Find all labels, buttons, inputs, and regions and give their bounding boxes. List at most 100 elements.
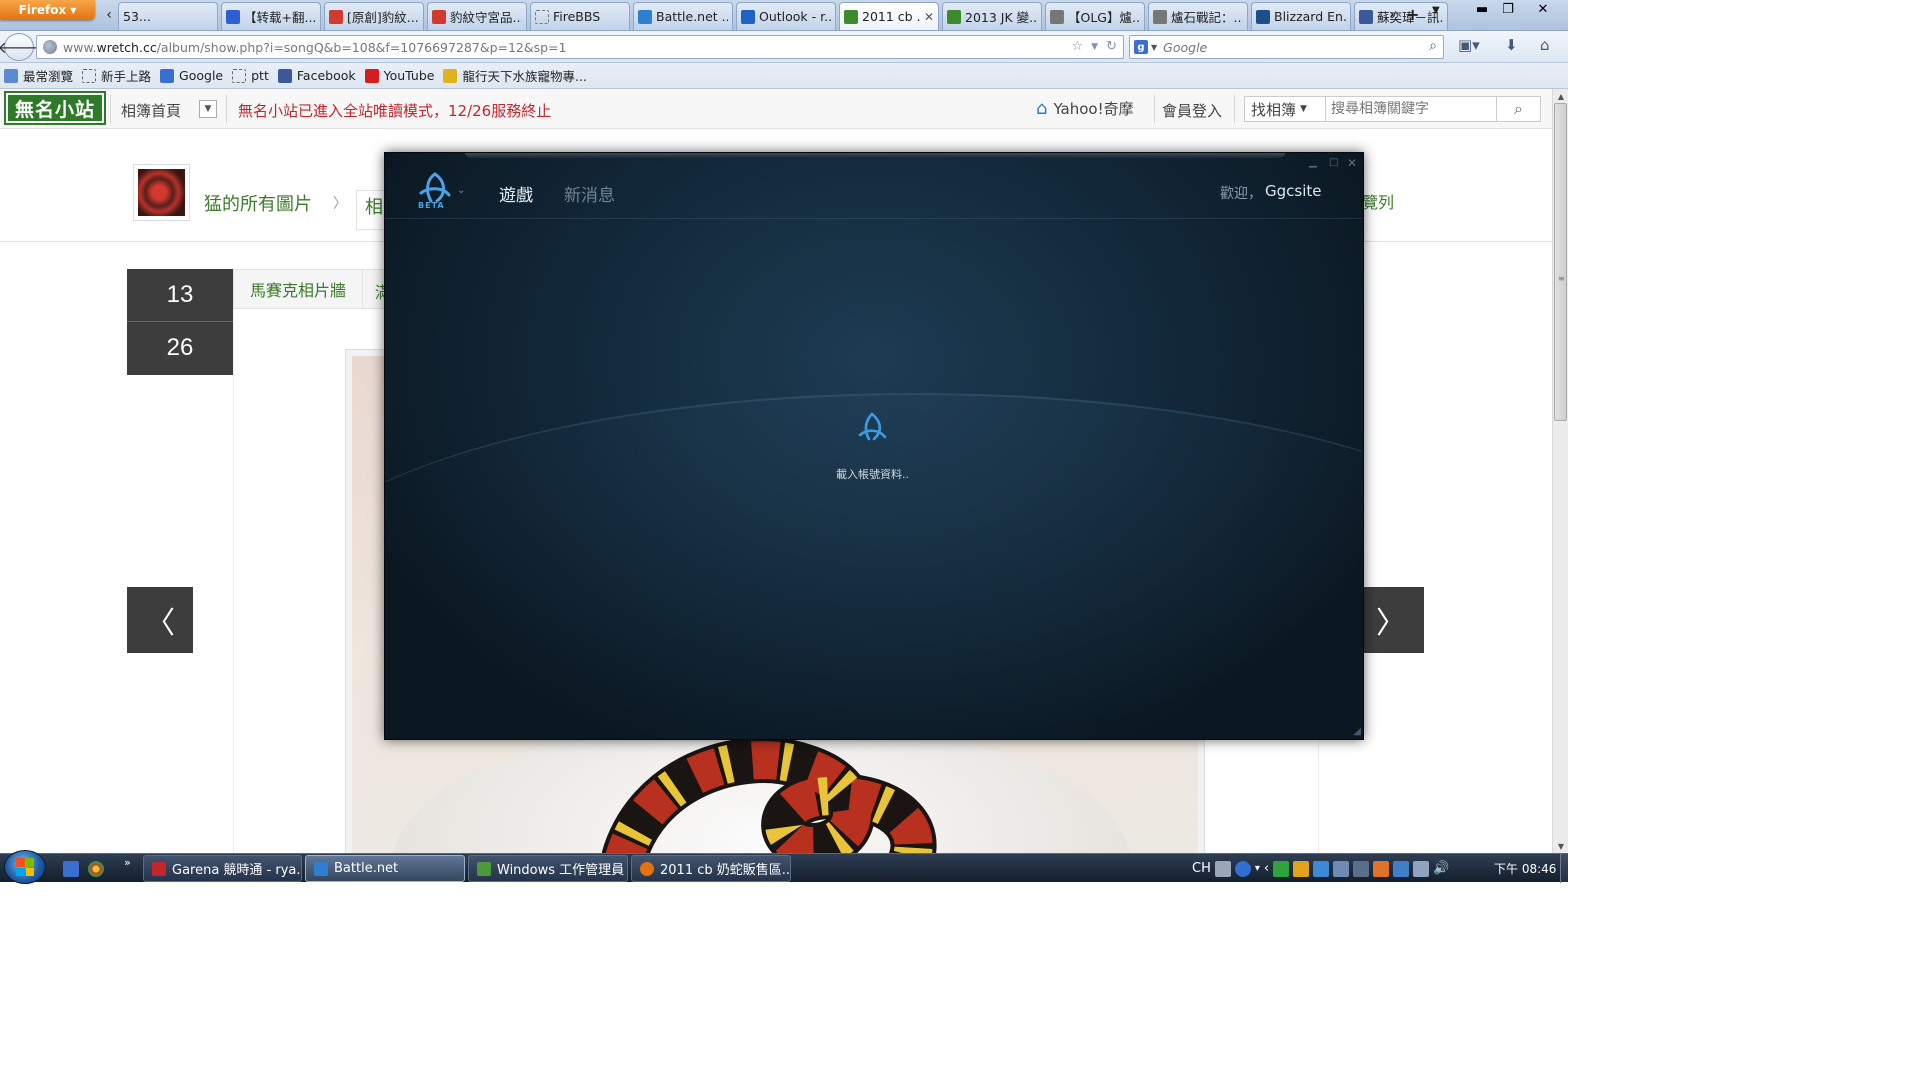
help-icon[interactable] <box>1234 860 1251 877</box>
tray-app-icon-3[interactable] <box>1353 860 1370 877</box>
close-tab-icon[interactable]: ✕ <box>924 10 934 24</box>
account-username[interactable]: Ggcsite <box>1265 182 1321 200</box>
home-icon[interactable]: ⌂ <box>1540 36 1550 54</box>
bookmarks-menu-icon[interactable]: ▣▾ <box>1458 36 1480 54</box>
album-home-link[interactable]: 相簿首頁 <box>121 100 181 121</box>
site-identity-icon[interactable] <box>43 40 57 54</box>
history-dropdown-icon[interactable]: ▼ <box>1091 39 1098 54</box>
chrome-icon[interactable] <box>88 861 104 877</box>
battlenet-window[interactable]: BETA ⌄ 遊戲 新消息 歡迎， Ggcsite ▁ □ ✕ 載入帳號資料..… <box>384 152 1364 740</box>
chevron-down-icon[interactable]: ⌄ <box>457 185 465 196</box>
bookmark-facebook[interactable]: Facebook <box>277 68 356 83</box>
tab-scroll-left-icon[interactable]: ‹ <box>101 4 117 26</box>
minimize-window-icon[interactable]: ▬ <box>1468 0 1496 18</box>
tab-4[interactable]: 豹紋守宮品... <box>427 2 527 30</box>
resize-grip-icon[interactable]: ◢ <box>1353 726 1361 737</box>
bookmark-most-visited[interactable]: 最常瀏覽 <box>4 66 73 85</box>
tray-app-icon-4[interactable] <box>1373 860 1390 877</box>
maximize-icon[interactable]: □ <box>1329 157 1338 168</box>
show-desktop-quicklaunch-icon[interactable] <box>63 861 79 877</box>
clock[interactable]: 下午 08:46 <box>1494 860 1556 877</box>
downloads-icon[interactable]: ⬇ <box>1505 36 1518 54</box>
bookmark-ptt[interactable]: ptt <box>232 68 269 83</box>
search-icon[interactable]: ⌕ <box>1429 38 1437 54</box>
taskbar-garena[interactable]: Garena 競時通 - rya... <box>143 855 302 882</box>
login-link[interactable]: 會員登入 <box>1162 100 1222 121</box>
google-icon[interactable]: g <box>1134 40 1148 54</box>
search-input[interactable] <box>1163 39 1414 55</box>
bookmark-aquarium[interactable]: 龍行天下水族寵物專... <box>443 66 587 85</box>
tab-list: 53... 【转载+翻... [原創]豹紋... 豹紋守宮品... FireBB… <box>118 2 1451 31</box>
address-bar[interactable]: www.wretch.cc/album/show.php?i=songQ&b=1… <box>36 35 1124 59</box>
album-search-button[interactable]: ⌕ <box>1497 96 1541 122</box>
network-icon[interactable] <box>1313 860 1330 877</box>
tab-2[interactable]: 【转载+翻... <box>221 2 321 30</box>
tab-12[interactable]: Blizzard En... <box>1251 2 1351 30</box>
start-button[interactable] <box>4 850 46 884</box>
mosaic-wall-tab[interactable]: 馬賽克相片牆 <box>233 269 363 309</box>
scrollbar-thumb[interactable]: ≡ <box>1554 103 1567 421</box>
tab-scroll-right-icon[interactable]: › <box>1384 4 1400 26</box>
breadcrumb-all-photos[interactable]: 猛的所有圖片 <box>204 190 312 216</box>
tab-label: 2011 cb ... <box>862 9 920 24</box>
quicklaunch-more-icon[interactable]: » <box>124 856 131 869</box>
tab-list-dropdown-icon[interactable]: ▼ <box>1432 5 1440 16</box>
tray-app-icon-5[interactable] <box>1393 860 1410 877</box>
previous-photo-button[interactable]: 〈 <box>127 587 193 653</box>
tab-7[interactable]: Outlook - r... <box>736 2 836 30</box>
bookmark-youtube[interactable]: YouTube <box>364 68 435 83</box>
find-album-dropdown[interactable]: 找相簿 ▼ <box>1244 96 1326 122</box>
keyboard-icon[interactable] <box>1214 860 1231 877</box>
new-tab-icon[interactable]: + <box>1406 5 1419 24</box>
scroll-up-icon[interactable]: ▲ <box>1553 89 1569 103</box>
taskbar-firefox[interactable]: 2011 cb 奶蛇販售區... <box>631 855 791 882</box>
monitor-icon[interactable] <box>1413 860 1430 877</box>
album-menu-dropdown-icon[interactable]: ▼ <box>199 100 217 118</box>
date-badge: 13 26 <box>127 269 233 375</box>
service-notice[interactable]: 無名小站已進入全站唯讀模式，12/26服務終止 <box>238 100 551 121</box>
avatar[interactable] <box>133 164 190 221</box>
milk-snake-image <box>602 737 937 853</box>
tab-news[interactable]: 新消息 <box>564 181 615 206</box>
album-search-input[interactable] <box>1325 96 1497 122</box>
tab-8-active[interactable]: 2011 cb ... ✕ <box>839 2 939 30</box>
find-album-label: 找相簿 <box>1251 100 1297 119</box>
yahoo-link[interactable]: ⌂ Yahoo!奇摩 <box>1036 98 1134 119</box>
date-day: 26 <box>166 334 194 361</box>
tab-10[interactable]: 【OLG】爐... <box>1045 2 1145 30</box>
close-icon[interactable]: ✕ <box>1347 156 1357 170</box>
scroll-down-icon[interactable]: ▼ <box>1553 839 1569 853</box>
taskbar-battlenet[interactable]: Battle.net <box>305 855 465 882</box>
tab-games[interactable]: 遊戲 <box>499 181 533 206</box>
next-photo-button[interactable]: 〉 <box>1358 587 1424 653</box>
language-indicator[interactable]: CH <box>1192 861 1211 876</box>
site-logo[interactable]: 無名小站 <box>4 91 106 125</box>
bookmark-label: YouTube <box>383 68 435 83</box>
tab-5[interactable]: FireBBS <box>530 2 630 30</box>
minimize-icon[interactable]: ▁ <box>1309 157 1317 168</box>
tray-app-icon[interactable] <box>1293 860 1310 877</box>
tab-9[interactable]: 2013 JK 變... <box>942 2 1042 30</box>
tab-6[interactable]: Battle.net ... <box>633 2 733 30</box>
bookmark-google[interactable]: Google <box>160 68 223 83</box>
tab-11[interactable]: 爐石戰記：... <box>1148 2 1248 30</box>
restore-window-icon[interactable]: ❐ <box>1494 0 1522 18</box>
input-options-icon[interactable]: ▾ <box>1255 863 1260 874</box>
date-month: 13 <box>166 281 194 308</box>
firefox-menu-button[interactable]: Firefox ▼ <box>0 0 95 20</box>
show-desktop-button[interactable] <box>1560 854 1568 883</box>
back-button[interactable]: 🡐 <box>0 33 40 61</box>
bookmark-getting-started[interactable]: 新手上路 <box>82 66 151 85</box>
taskbar-task-manager[interactable]: Windows 工作管理員 <box>468 855 628 882</box>
tab-3[interactable]: [原創]豹紋... <box>324 2 424 30</box>
page-scrollbar[interactable]: ▲ ≡ ▼ <box>1552 89 1568 853</box>
engine-dropdown-icon[interactable]: ▼ <box>1151 43 1157 52</box>
reload-icon[interactable]: ↻ <box>1106 39 1117 54</box>
tray-app-icon-2[interactable] <box>1333 860 1350 877</box>
show-hidden-icons-icon[interactable]: ‹ <box>1264 861 1269 876</box>
green-tray-icon[interactable] <box>1273 860 1290 877</box>
bookmark-star-icon[interactable]: ☆ <box>1072 39 1084 54</box>
volume-icon[interactable]: 🔊 <box>1433 861 1449 876</box>
tab-1[interactable]: 53... <box>118 2 218 30</box>
close-window-icon[interactable]: ✕ <box>1528 0 1558 18</box>
